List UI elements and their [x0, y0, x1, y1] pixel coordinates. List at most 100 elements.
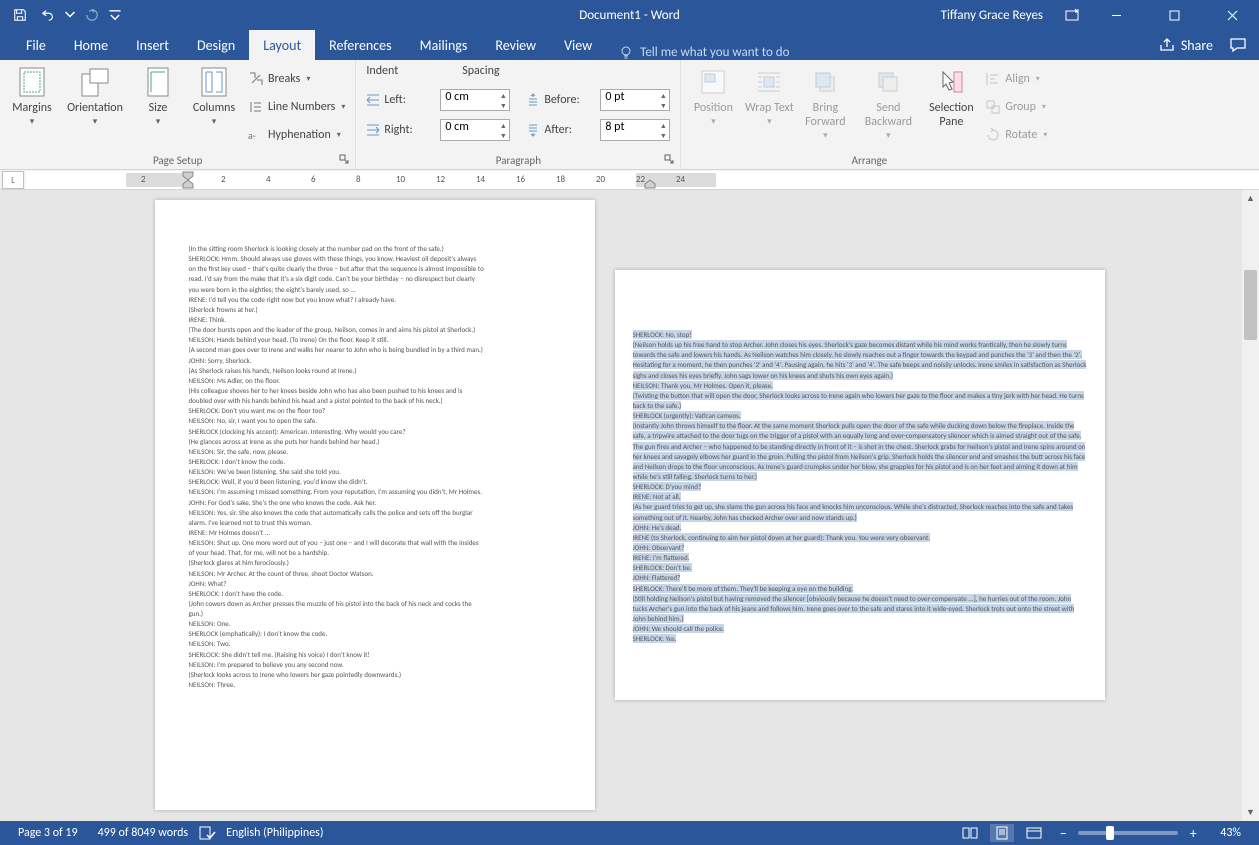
document-text-line[interactable]: (His colleague shoves her to her knees b… [189, 386, 561, 396]
document-text-line[interactable]: IRENE: Mr Holmes doesn't ... [189, 528, 561, 538]
document-text-line[interactable]: NEILSON: Ms Adler, on the floor. [189, 376, 561, 386]
comments-icon[interactable] [1229, 36, 1247, 54]
scrollbar-thumb[interactable] [1244, 270, 1257, 340]
document-text-line[interactable]: IRENE: I'd tell you the code right now b… [189, 295, 561, 305]
web-layout-icon[interactable] [1022, 824, 1046, 842]
user-name-label[interactable]: Tiffany Grace Reyes [941, 8, 1043, 23]
margins-button[interactable]: Margins▾ [6, 64, 58, 151]
document-text-line[interactable]: SHERLOCK: Don't be. [633, 563, 1087, 573]
document-text-line[interactable]: SHERLOCK: D'you mind? [633, 482, 1087, 492]
document-text-line[interactable]: NEILSON: Sir, the safe, now, please. [189, 447, 561, 457]
document-text-line[interactable]: SHERLOCK: Don't you want me on the floor… [189, 406, 561, 416]
document-text-line[interactable]: NEILSON: Three. [189, 680, 561, 690]
page-setup-launcher[interactable] [339, 154, 351, 166]
language-status[interactable]: English (Philippines) [216, 826, 333, 840]
spacing-before-up[interactable]: ▲ [657, 90, 669, 100]
zoom-level[interactable]: 43% [1210, 826, 1251, 840]
document-text-line[interactable]: alarm. I've learned not to trust this wo… [189, 518, 561, 528]
undo-dropdown-icon[interactable] [64, 3, 76, 27]
spacing-before-down[interactable]: ▼ [657, 100, 669, 110]
page-2[interactable]: SHERLOCK: No, stop!(Neilson holds up his… [615, 270, 1105, 700]
document-text-line[interactable]: (A second man goes over to Irene and wal… [189, 345, 561, 355]
document-text-line[interactable]: (In the sitting room Sherlock is looking… [189, 244, 561, 254]
close-icon[interactable] [1209, 0, 1255, 30]
document-text-line[interactable]: (Still holding Neilson's pistol but havi… [633, 594, 1087, 624]
document-text-line[interactable]: (Sherlock frowns at her.) [189, 305, 561, 315]
tab-design[interactable]: Design [183, 30, 249, 60]
document-text-line[interactable]: SHERLOCK: Hmm. Should always use gloves … [189, 254, 561, 264]
zoom-slider-track[interactable] [1078, 831, 1178, 835]
indent-left-down[interactable]: ▼ [497, 100, 509, 110]
spacing-after-up[interactable]: ▲ [657, 120, 669, 130]
spacing-before-input[interactable]: 0 pt▲▼ [600, 89, 670, 111]
tab-mailings[interactable]: Mailings [406, 30, 482, 60]
hanging-indent-marker[interactable] [182, 179, 194, 189]
document-text-line[interactable]: on the first key used – that's quite cle… [189, 264, 561, 274]
spacing-after-input[interactable]: 8 pt▲▼ [600, 119, 670, 141]
indent-right-input[interactable]: 0 cm▲▼ [440, 119, 510, 141]
document-text-line[interactable]: (Twisting the button that will open the … [633, 391, 1087, 411]
spacing-after-down[interactable]: ▼ [657, 130, 669, 140]
document-text-line[interactable]: JOHN: For God's sake. She's the one who … [189, 498, 561, 508]
indent-left-input[interactable]: 0 cm▲▼ [440, 89, 510, 111]
indent-right-up[interactable]: ▲ [497, 120, 509, 130]
save-icon[interactable] [8, 3, 32, 27]
right-indent-marker[interactable] [644, 179, 656, 189]
document-text-line[interactable]: JOHN: Observant? [633, 543, 1087, 553]
maximize-icon[interactable] [1151, 0, 1197, 30]
document-text-line[interactable]: (Sherlock looks across to Irene who lowe… [189, 670, 561, 680]
document-text-line[interactable]: NEILSON: I'm assuming I missed something… [189, 487, 561, 497]
document-text-line[interactable]: (As her guard tries to get up, she slams… [633, 502, 1087, 522]
document-text-line[interactable]: SHERLOCK: No, stop! [633, 330, 1087, 340]
document-text-line[interactable]: SHERLOCK: Yes. [633, 634, 1087, 644]
line-numbers-button[interactable]: Line Numbers▾ [244, 94, 349, 120]
indent-left-up[interactable]: ▲ [497, 90, 509, 100]
document-text-line[interactable]: JOHN: Sorry, Sherlock. [189, 356, 561, 366]
paragraph-launcher[interactable] [664, 154, 676, 166]
document-text-line[interactable]: SHERLOCK: Well, if you'd been listening,… [189, 477, 561, 487]
orientation-button[interactable]: Orientation▾ [62, 64, 128, 151]
share-button[interactable]: Share [1159, 30, 1213, 60]
tab-review[interactable]: Review [481, 30, 550, 60]
selection-pane-button[interactable]: Selection Pane [925, 64, 977, 151]
document-text-line[interactable]: NEILSON: Hands behind your head. (To Ire… [189, 335, 561, 345]
document-text-line[interactable]: of your head. That, for me, will not be … [189, 548, 561, 558]
document-text-line[interactable]: IRENE: Think. [189, 315, 561, 325]
document-text-line[interactable]: doubled over with his hands behind his h… [189, 396, 561, 406]
document-text-line[interactable]: SHERLOCK (emphatically): I don't know th… [189, 629, 561, 639]
document-text-line[interactable]: JOHN: What? [189, 579, 561, 589]
page-number-status[interactable]: Page 3 of 19 [8, 826, 88, 840]
document-text-line[interactable]: (Neilson holds up his free hand to stop … [633, 340, 1087, 381]
zoom-out-button[interactable]: − [1054, 824, 1072, 842]
document-text-line[interactable]: NEILSON: Mr Archer. At the count of thre… [189, 569, 561, 579]
document-text-line[interactable]: SHERLOCK: I don't have the code. [189, 589, 561, 599]
document-text-line[interactable]: JOHN: Flattered? [633, 573, 1087, 583]
vertical-scrollbar[interactable]: ▲ ▼ [1242, 190, 1259, 821]
tab-references[interactable]: References [315, 30, 405, 60]
zoom-in-button[interactable]: + [1184, 824, 1202, 842]
document-text-line[interactable]: SHERLOCK: There'll be more of them. They… [633, 584, 1087, 594]
document-text-line[interactable]: you were born in the eighties; the eight… [189, 285, 561, 295]
breaks-button[interactable]: Breaks▾ [244, 66, 349, 92]
document-text-line[interactable]: NEILSON: I'm prepared to believe you any… [189, 660, 561, 670]
qat-customize-icon[interactable] [108, 3, 122, 27]
tab-layout[interactable]: Layout [249, 30, 315, 60]
undo-icon[interactable] [36, 3, 60, 27]
horizontal-ruler[interactable]: 2 2 4 6 8 10 12 14 16 18 20 22 24 [26, 171, 1259, 189]
document-text-line[interactable]: (As Sherlock raises his hands, Neilson l… [189, 366, 561, 376]
size-button[interactable]: Size▾ [132, 64, 184, 151]
minimize-icon[interactable] [1093, 0, 1139, 30]
document-text-line[interactable]: JOHN: We should call the police. [633, 624, 1087, 634]
tellme-search[interactable]: Tell me what you want to do [618, 44, 789, 60]
document-text-line[interactable]: NEILSON: One. [189, 619, 561, 629]
document-text-line[interactable]: NEILSON: Two. [189, 639, 561, 649]
document-text-line[interactable]: NEILSON: Yes, sir. She also knows the co… [189, 508, 561, 518]
redo-icon[interactable] [80, 3, 104, 27]
document-text-line[interactable]: NEILSON: We've been listening. She said … [189, 467, 561, 477]
ribbon-display-options-icon[interactable] [1063, 6, 1081, 24]
document-text-line[interactable]: (The door bursts open and the leader of … [189, 325, 561, 335]
document-text-line[interactable]: JOHN: He's dead. [633, 523, 1087, 533]
tab-insert[interactable]: Insert [122, 30, 183, 60]
page-1[interactable]: (In the sitting room Sherlock is looking… [155, 200, 595, 810]
read-mode-icon[interactable] [958, 824, 982, 842]
